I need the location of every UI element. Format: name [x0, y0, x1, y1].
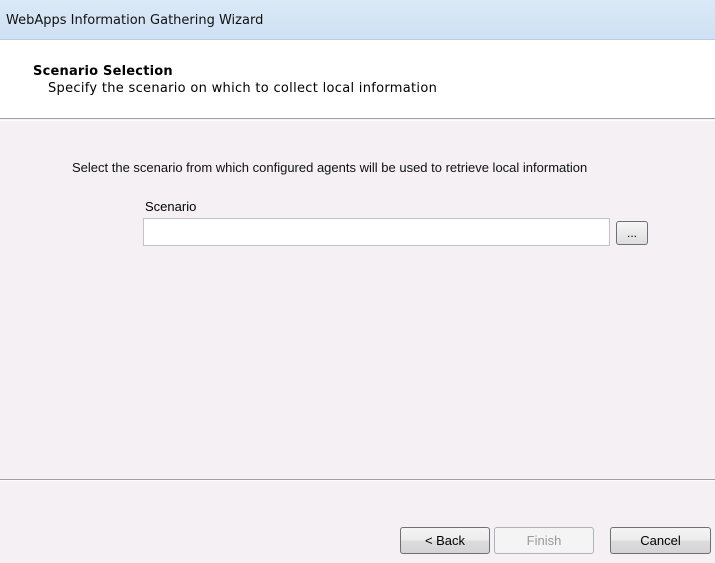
window-title: WebApps Information Gathering Wizard	[6, 13, 264, 28]
wizard-header: Scenario Selection Specify the scenario …	[0, 40, 715, 119]
page-subheading: Specify the scenario on which to collect…	[48, 81, 438, 96]
finish-button[interactable]: Finish	[494, 527, 594, 554]
wizard-content: Select the scenario from which configure…	[0, 121, 715, 476]
browse-button[interactable]: ...	[616, 221, 648, 245]
cancel-button[interactable]: Cancel	[610, 527, 711, 554]
wizard-window: WebApps Information Gathering Wizard Sce…	[0, 0, 715, 563]
page-heading: Scenario Selection	[33, 64, 173, 79]
instruction-text: Select the scenario from which configure…	[72, 160, 588, 175]
title-bar: WebApps Information Gathering Wizard	[0, 0, 715, 40]
wizard-footer: < Back Finish Cancel	[0, 481, 715, 563]
scenario-input[interactable]	[143, 218, 610, 246]
scenario-label: Scenario	[145, 199, 197, 214]
back-button[interactable]: < Back	[400, 527, 490, 554]
